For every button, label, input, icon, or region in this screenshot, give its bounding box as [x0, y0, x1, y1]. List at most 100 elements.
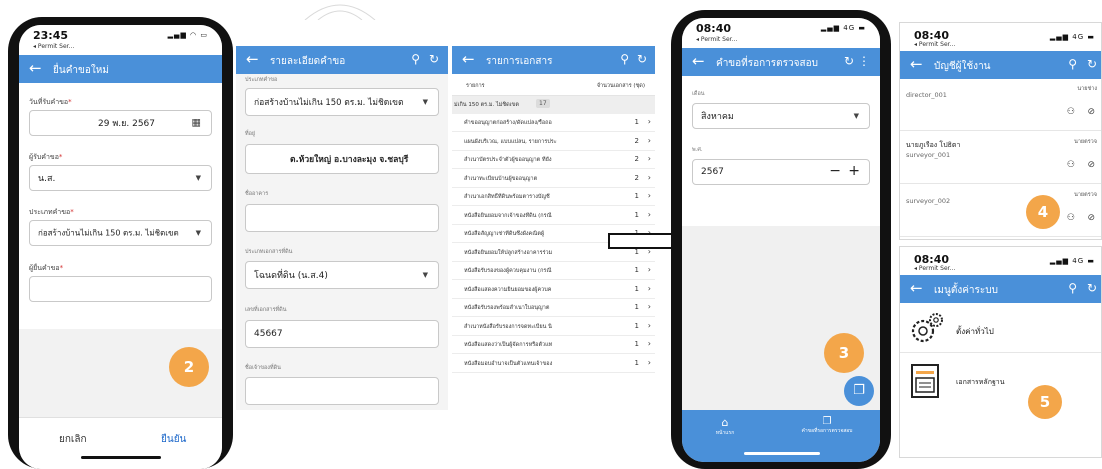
- chevron-right-icon[interactable]: ›: [648, 173, 651, 182]
- row-count: 2: [634, 155, 639, 163]
- step-badge-5: 5: [1028, 385, 1062, 419]
- menu-label-general: ตั้งค่าทั่วไป: [956, 327, 994, 336]
- user-remove-icon[interactable]: ⊘: [1087, 213, 1095, 223]
- request-type-select[interactable]: ก่อสร้างบ้านไม่เกิน 150 ตร.ม. ไม่ชิดเขต …: [29, 220, 212, 246]
- user-remove-icon[interactable]: ⊘: [1087, 160, 1095, 170]
- back-arrow-icon[interactable]: ←: [910, 279, 923, 297]
- refresh-icon[interactable]: ↻: [1087, 57, 1097, 71]
- building-label: ชื่ออาคาร: [245, 191, 269, 197]
- refresh-icon[interactable]: ↻: [429, 52, 439, 66]
- row-name: หนังสือยินยอมจากเจ้าของที่ดิน (กรณี: [464, 212, 552, 219]
- chevron-right-icon[interactable]: ›: [648, 136, 651, 145]
- search-icon[interactable]: ⚲: [1068, 281, 1077, 295]
- plus-icon[interactable]: +: [848, 163, 860, 179]
- table-row[interactable]: หนังสือแสดงว่าเป็นผู้จัดการหรือตัวแท 1 ›: [452, 336, 655, 354]
- table-row[interactable]: สำเนาบัตรประจำตัวผู้ขออนุญาต ที่ยัง 2 ›: [452, 151, 655, 169]
- minus-icon[interactable]: −: [829, 163, 841, 179]
- menu-item-documents[interactable]: เอกสารหลักฐาน: [900, 357, 1101, 403]
- refresh-icon[interactable]: ↻: [844, 54, 854, 68]
- user-edit-icon[interactable]: ⚇: [1067, 107, 1075, 117]
- table-row[interactable]: หนังสือมอบอำนาจเป็นตัวแทนเจ้าของ 1 ›: [452, 354, 655, 373]
- refresh-icon[interactable]: ↻: [1087, 281, 1097, 295]
- year-stepper[interactable]: 2567 − +: [692, 159, 870, 185]
- chevron-right-icon[interactable]: ›: [648, 339, 651, 348]
- request-detail-screen: ← รายละเอียดคำขอ ⚲ ↻ ประเภทคำขอ ก่อสร้าง…: [236, 46, 448, 410]
- table-row[interactable]: สำเนาหนังสือรับรองการจดทะเบียน นิ 1 ›: [452, 317, 655, 336]
- applicant-input[interactable]: [29, 276, 212, 302]
- table-row[interactable]: หนังสือรับรองพร้อมสำเนาใบอนุญาต 1 ›: [452, 299, 655, 317]
- refresh-icon[interactable]: ↻: [637, 52, 647, 66]
- table-row[interactable]: สำเนาเอกสิทธิ์ที่ดินพร้อมตารางบัญชี 1 ›: [452, 188, 655, 206]
- status-carrier: ◂ Permit Ser...: [914, 265, 956, 272]
- chevron-right-icon[interactable]: ›: [648, 302, 651, 311]
- owner-input[interactable]: [245, 377, 439, 405]
- user-role: นายช่าง: [1077, 86, 1097, 92]
- app-bar: ← บัญชีผู้ใช้งาน ⚲ ↻: [900, 51, 1101, 79]
- page-title: เมนูตั้งค่าระบบ: [934, 285, 998, 296]
- nav-pending[interactable]: ❐ คำขอที่รอการตรวจสอบ: [782, 416, 872, 435]
- request-type-select[interactable]: ก่อสร้างบ้านไม่เกิน 150 ตร.ม. ไม่ชิดเขต …: [245, 88, 439, 116]
- address-label: ที่อยู่: [245, 131, 256, 137]
- user-role: นายตรวจ: [1074, 192, 1097, 198]
- user-id: surveyor_002: [906, 197, 951, 205]
- user-row[interactable]: นายภูเรือง โปธิตา surveyor_001 นายตรวจ ⚇ ⊘: [900, 132, 1101, 184]
- row-count: 1: [634, 340, 639, 348]
- back-arrow-icon[interactable]: ←: [910, 55, 923, 73]
- chevron-down-icon: ▼: [853, 112, 859, 120]
- receiver-select[interactable]: น.ส. ▼: [29, 165, 212, 191]
- status-carrier: ◂ Permit Ser...: [914, 41, 956, 48]
- chevron-down-icon: ▼: [422, 98, 428, 106]
- month-label: เดือน: [692, 91, 705, 97]
- address-field[interactable]: ต.ห้วยใหญ่ อ.บางละมุง จ.ชลบุรี: [245, 144, 439, 174]
- back-arrow-icon[interactable]: ←: [462, 50, 475, 68]
- status-time: 08:40: [696, 22, 732, 35]
- chevron-right-icon[interactable]: ›: [648, 265, 651, 274]
- user-role: นายตรวจ: [1074, 139, 1097, 145]
- user-name: นายภูเรือง โปธิตา: [906, 141, 961, 149]
- copy-fab-icon[interactable]: ❐: [844, 376, 874, 406]
- group-count-badge: 17: [536, 99, 550, 108]
- table-row[interactable]: คำขออนุญาตก่อสร้าง/ดัดแปลง/รื้อถอ 1 ›: [452, 114, 655, 132]
- search-icon[interactable]: ⚲: [411, 52, 420, 66]
- chevron-right-icon[interactable]: ›: [648, 358, 651, 367]
- search-icon[interactable]: ⚲: [1068, 57, 1077, 71]
- status-bar: 08:40 ◂ Permit Ser... ▂▄▆ 4G ▬: [900, 23, 1101, 51]
- chevron-right-icon[interactable]: ›: [648, 154, 651, 163]
- search-icon[interactable]: ⚲: [620, 52, 629, 66]
- back-arrow-icon[interactable]: ←: [692, 52, 705, 70]
- row-name: แผนผังบริเวณ, แบบแปลน, รายการประ: [464, 138, 557, 145]
- group-row[interactable]: ม่เกิน 150 ตร.ม. ไม่ชิดเขต 17: [452, 96, 655, 114]
- row-count: 2: [634, 136, 639, 145]
- deed-no-label: เลขที่เอกสารที่ดิน: [245, 307, 287, 313]
- calendar-icon[interactable]: ▦: [192, 118, 201, 129]
- date-field[interactable]: 29 พ.ย. 2567 ▦: [29, 110, 212, 136]
- chevron-right-icon[interactable]: ›: [648, 117, 651, 126]
- user-edit-icon[interactable]: ⚇: [1067, 160, 1075, 170]
- chevron-right-icon[interactable]: ›: [648, 321, 651, 330]
- back-arrow-icon[interactable]: ←: [29, 59, 42, 77]
- building-input[interactable]: [245, 204, 439, 232]
- nav-home[interactable]: ⌂ หน้าแรก: [700, 416, 750, 437]
- deed-number-input[interactable]: 45667: [245, 320, 439, 348]
- row-count: 1: [634, 284, 639, 293]
- user-row[interactable]: surveyor_002 นายตรวจ ⚇ ⊘: [900, 185, 1101, 237]
- decorative-arcs: [304, 4, 376, 20]
- user-remove-icon[interactable]: ⊘: [1087, 107, 1095, 117]
- table-row[interactable]: หนังสือแสดงความยินยอมของผู้ควบค 1 ›: [452, 280, 655, 299]
- menu-item-general[interactable]: ตั้งค่าทั่วไป: [900, 307, 1101, 353]
- table-row[interactable]: สำเนาทะเบียนบ้านผู้ขออนุญาต 2 ›: [452, 169, 655, 188]
- back-arrow-icon[interactable]: ←: [246, 50, 259, 68]
- user-edit-icon[interactable]: ⚇: [1067, 213, 1075, 223]
- table-row[interactable]: แผนผังบริเวณ, แบบแปลน, รายการประ 2 ›: [452, 132, 655, 151]
- month-select[interactable]: สิงหาคม ▼: [692, 103, 870, 129]
- deed-type-select[interactable]: โฉนดที่ดิน (น.ส.4) ▼: [245, 261, 439, 289]
- confirm-button[interactable]: ยืนยัน: [161, 432, 186, 447]
- chevron-right-icon[interactable]: ›: [648, 284, 651, 293]
- step-badge-2: 2: [169, 347, 209, 387]
- cancel-button[interactable]: ยกเลิก: [59, 432, 87, 447]
- user-row[interactable]: director_001 นายช่าง ⚇ ⊘: [900, 79, 1101, 131]
- group-label: ม่เกิน 150 ตร.ม. ไม่ชิดเขต: [454, 102, 519, 108]
- chevron-right-icon[interactable]: ›: [648, 191, 651, 200]
- table-header: รายการ จำนวนเอกสาร (ชุด): [452, 74, 655, 96]
- more-vertical-icon[interactable]: ⋮: [858, 54, 870, 68]
